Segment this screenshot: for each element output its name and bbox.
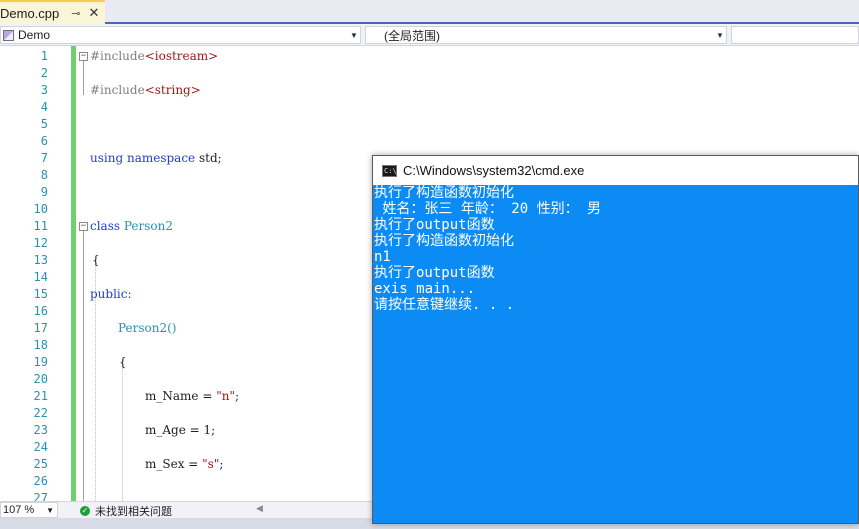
code-line-19: {	[119, 355, 127, 369]
line-number: 17	[33, 321, 48, 335]
console-line: 执行了output函数	[374, 217, 495, 233]
cmd-icon: C:\	[382, 164, 397, 177]
navigation-bar: Demo ▼ (全局范围) ▼	[0, 24, 859, 46]
line-number: 24	[33, 440, 48, 454]
chevron-down-icon[interactable]: ▼	[46, 506, 54, 515]
line-number: 14	[33, 270, 48, 284]
zoom-dropdown[interactable]: 107 % ▼	[0, 502, 58, 518]
tab-title: Demo.cpp	[0, 5, 60, 21]
code-line-1: #include<iostream>	[90, 49, 219, 63]
line-number: 19	[33, 355, 48, 369]
line-number: 5	[40, 117, 48, 131]
line-number: 11	[33, 219, 48, 233]
project-icon	[3, 29, 14, 41]
line-number: 3	[40, 83, 48, 97]
code-line-3: #include<string>	[90, 83, 201, 97]
console-line: 执行了构造函数初始化	[374, 185, 514, 201]
change-tracking-bar	[71, 46, 76, 501]
chevron-down-icon[interactable]: ▼	[714, 31, 726, 40]
console-line: exis main...	[374, 281, 476, 297]
console-line: 请按任意键继续. . .	[374, 297, 515, 313]
code-line-7: using namespace std;	[90, 151, 222, 165]
scope-dropdown[interactable]: (全局范围) ▼	[365, 26, 727, 44]
line-number: 10	[33, 202, 48, 216]
line-number: 9	[40, 185, 48, 199]
console-titlebar[interactable]: C:\ C:\Windows\system32\cmd.exe	[373, 156, 858, 185]
member-dropdown[interactable]	[731, 26, 859, 44]
line-number: 13	[33, 253, 48, 267]
line-number: 26	[33, 474, 48, 488]
code-line-13: {	[92, 253, 100, 267]
line-number: 15	[33, 287, 48, 301]
console-window[interactable]: C:\ C:\Windows\system32\cmd.exe 执行了构造函数初…	[372, 155, 859, 524]
project-dropdown-value: Demo	[18, 28, 51, 42]
console-output: 执行了构造函数初始化 姓名：张三 年龄： 20 性别： 男 执行了output函…	[373, 185, 858, 313]
zoom-value: 107 %	[3, 504, 35, 516]
code-line-17: Person2()	[118, 321, 177, 335]
line-number: 1	[40, 49, 48, 63]
code-line-25: m_Sex = "s";	[145, 457, 224, 471]
line-number: 4	[40, 100, 48, 114]
indent-guide	[122, 361, 123, 501]
code-line-23: m_Age = 1;	[145, 423, 216, 437]
scroll-left-icon[interactable]: ◀	[256, 503, 263, 514]
check-icon: ✓	[80, 506, 90, 516]
line-number: 21	[33, 389, 48, 403]
console-line: 执行了构造函数初始化	[374, 233, 514, 249]
line-number: 6	[40, 134, 48, 148]
line-number: 12	[33, 236, 48, 250]
console-line: n1	[374, 249, 391, 265]
code-line-21: m_Name = "n";	[145, 389, 240, 403]
code-line-15: public:	[90, 287, 132, 301]
line-number: 25	[33, 457, 48, 471]
line-number: 23	[33, 423, 48, 437]
chevron-down-icon[interactable]: ▼	[348, 31, 360, 40]
line-number: 8	[40, 168, 48, 182]
tab-demo-cpp[interactable]: Demo.cpp ⊸ ✕	[0, 0, 105, 24]
line-number: 2	[40, 66, 48, 80]
line-number: 20	[33, 372, 48, 386]
console-line: 执行了output函数	[374, 265, 495, 281]
line-number: 27	[33, 491, 48, 501]
pin-icon[interactable]: ⊸	[71, 7, 80, 20]
project-dropdown[interactable]: Demo ▼	[0, 26, 361, 44]
line-number: 22	[33, 406, 48, 420]
line-number: 18	[33, 338, 48, 352]
collapse-icon[interactable]: −	[79, 222, 88, 231]
code-line-11: class Person2	[90, 219, 173, 233]
line-number: 16	[33, 304, 48, 318]
outline-line	[83, 61, 84, 95]
document-tab-strip: Demo.cpp ⊸ ✕	[0, 0, 859, 24]
console-line: 姓名：张三 年龄： 20 性别： 男	[374, 201, 602, 217]
outline-line	[83, 231, 84, 501]
issues-text: 未找到相关问题	[95, 506, 172, 518]
close-icon[interactable]: ✕	[88, 5, 99, 21]
line-number: 7	[40, 151, 48, 165]
issues-indicator[interactable]: ✓ 未找到相关问题	[80, 503, 172, 519]
line-number-gutter: 1 2 3 4 5 6 7 8 9 10 11 12 13 14 15 16 1…	[0, 46, 62, 501]
console-title: C:\Windows\system32\cmd.exe	[403, 163, 585, 178]
collapse-icon[interactable]: −	[79, 52, 88, 61]
scope-dropdown-value: (全局范围)	[384, 28, 440, 43]
